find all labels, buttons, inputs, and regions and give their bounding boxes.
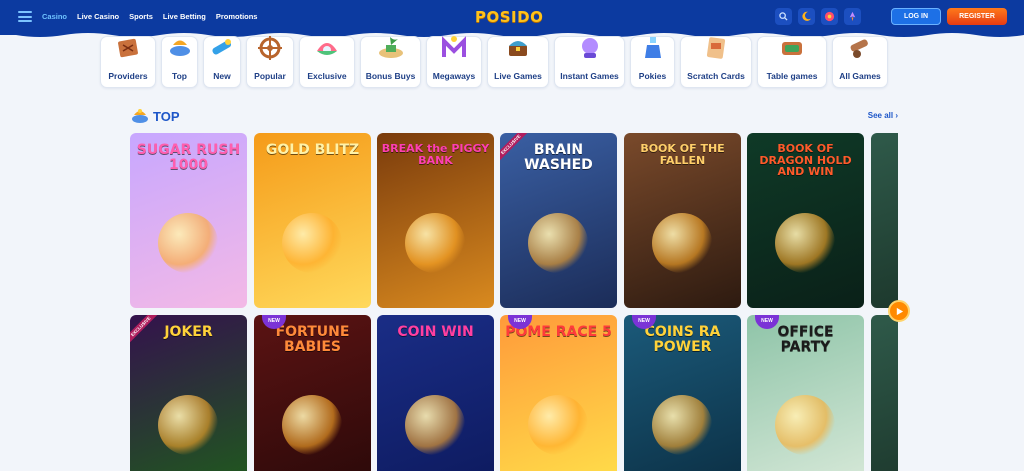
- category-bar: Providers Top New Popular Exclusive Bonu…: [100, 36, 888, 88]
- category-live-games[interactable]: Live Games: [487, 36, 549, 88]
- artwork-emblem: [775, 395, 835, 455]
- wheel-icon[interactable]: [821, 8, 838, 25]
- category-all-games[interactable]: All Games: [832, 36, 888, 88]
- genie-lamp-icon: [169, 40, 190, 56]
- game-title: JOKER: [164, 324, 213, 340]
- category-top[interactable]: Top: [161, 36, 198, 88]
- top-section-header: TOP See all ›: [130, 106, 898, 126]
- game-tile-peek[interactable]: [871, 133, 898, 308]
- section-title: TOP: [153, 109, 180, 124]
- artwork-emblem: [158, 395, 218, 455]
- game-tile-peek[interactable]: [871, 315, 898, 471]
- game-title: COINS RA POWER: [644, 324, 721, 355]
- category-popular[interactable]: Popular: [246, 36, 294, 88]
- artwork-emblem: [282, 213, 342, 273]
- see-all-link[interactable]: See all ›: [868, 111, 898, 120]
- game-title: GOLD BLITZ: [265, 142, 360, 158]
- search-icon[interactable]: [775, 8, 792, 25]
- carousel-next-button[interactable]: [888, 300, 910, 322]
- game-title: OFFICE PARTY: [777, 324, 834, 355]
- casino-table-icon: [782, 42, 802, 55]
- treasure-island-icon: [378, 37, 403, 58]
- game-title: BRAIN WASHED: [524, 142, 593, 173]
- category-exclusive[interactable]: Exclusive: [299, 36, 355, 88]
- nav-casino[interactable]: Casino: [42, 12, 67, 21]
- category-instant-games[interactable]: Instant Games: [554, 36, 625, 88]
- artwork-emblem: [405, 213, 465, 273]
- treasure-map-icon: [118, 38, 138, 58]
- game-grid: SUGAR RUSH 1000 GOLD BLITZ BREAK the PIGGY…: [130, 133, 898, 471]
- nav-live-casino[interactable]: Live Casino: [77, 12, 119, 21]
- artwork-emblem: [775, 213, 835, 273]
- game-title: FORTUNE BABIES: [275, 324, 350, 355]
- game-tile[interactable]: FORTUNE BABIES NEW: [254, 315, 371, 471]
- cannon-icon: [850, 39, 868, 58]
- category-pokies[interactable]: Pokies: [630, 36, 675, 88]
- game-title: BOOK OF THE FALLEN: [640, 142, 725, 167]
- site-logo[interactable]: POSIDO: [475, 8, 543, 26]
- category-table-games[interactable]: Table games: [757, 36, 827, 88]
- game-title: BREAK the PIGGY BANK: [381, 142, 490, 167]
- crystal-ball-icon: [581, 38, 598, 58]
- potion-bottle-icon: [644, 37, 661, 58]
- nav-sports[interactable]: Sports: [129, 12, 153, 21]
- game-title: BOOK OF DRAGON HOLD AND WIN: [759, 142, 852, 179]
- game-tile[interactable]: COIN WIN: [377, 315, 494, 471]
- game-title: COIN WIN: [397, 324, 474, 340]
- genie-lamp-icon: [132, 109, 148, 123]
- game-tile[interactable]: BREAK the PIGGY BANK: [377, 133, 494, 308]
- trident-m-icon: [442, 36, 466, 57]
- artwork-emblem: [652, 213, 712, 273]
- game-tile[interactable]: OFFICE PARTY NEW: [747, 315, 864, 471]
- artwork-emblem: [158, 213, 218, 273]
- game-tile[interactable]: JOKER EXCLUSIVE: [130, 315, 247, 471]
- header-actions: LOG IN REGISTER: [775, 0, 1024, 33]
- rocket-icon[interactable]: [844, 8, 861, 25]
- game-tile[interactable]: SUGAR RUSH 1000: [130, 133, 247, 308]
- artwork-emblem: [652, 395, 712, 455]
- game-tile[interactable]: BOOK OF DRAGON HOLD AND WIN: [747, 133, 864, 308]
- artwork-emblem: [282, 395, 342, 455]
- game-tile[interactable]: COINS RA POWER NEW: [624, 315, 741, 471]
- scratch-card-icon: [706, 37, 726, 59]
- login-button[interactable]: LOG IN: [891, 8, 941, 25]
- play-arrow-icon: [896, 307, 903, 315]
- game-title: SUGAR RUSH 1000: [136, 142, 241, 173]
- telescope-icon: [212, 39, 232, 55]
- nav-promotions[interactable]: Promotions: [216, 12, 258, 21]
- game-tile[interactable]: BRAIN WASHED EXCLUSIVE: [500, 133, 617, 308]
- category-providers[interactable]: Providers: [100, 36, 156, 88]
- category-scratch-cards[interactable]: Scratch Cards: [680, 36, 752, 88]
- artwork-emblem: [528, 395, 588, 455]
- game-tile[interactable]: BOOK OF THE FALLEN: [624, 133, 741, 308]
- game-tile[interactable]: GOLD BLITZ: [254, 133, 371, 308]
- clam-pearl-icon: [317, 43, 337, 55]
- menu-icon[interactable]: [18, 11, 32, 22]
- category-new[interactable]: New: [203, 36, 241, 88]
- artwork-emblem: [405, 395, 465, 455]
- treasure-chest-icon: [509, 41, 527, 56]
- category-bonus-buys[interactable]: Bonus Buys: [360, 36, 421, 88]
- top-header: Casino Live Casino Sports Live Betting P…: [0, 0, 1024, 33]
- game-tile[interactable]: POME RACE 5 NEW: [500, 315, 617, 471]
- category-megaways[interactable]: Megaways: [426, 36, 482, 88]
- artwork-emblem: [528, 213, 588, 273]
- main-nav: Casino Live Casino Sports Live Betting P…: [42, 12, 257, 21]
- game-artwork: [254, 133, 371, 308]
- crescent-icon[interactable]: [798, 8, 815, 25]
- nav-live-betting[interactable]: Live Betting: [163, 12, 206, 21]
- ship-wheel-icon: [258, 36, 282, 60]
- register-button[interactable]: REGISTER: [947, 8, 1007, 25]
